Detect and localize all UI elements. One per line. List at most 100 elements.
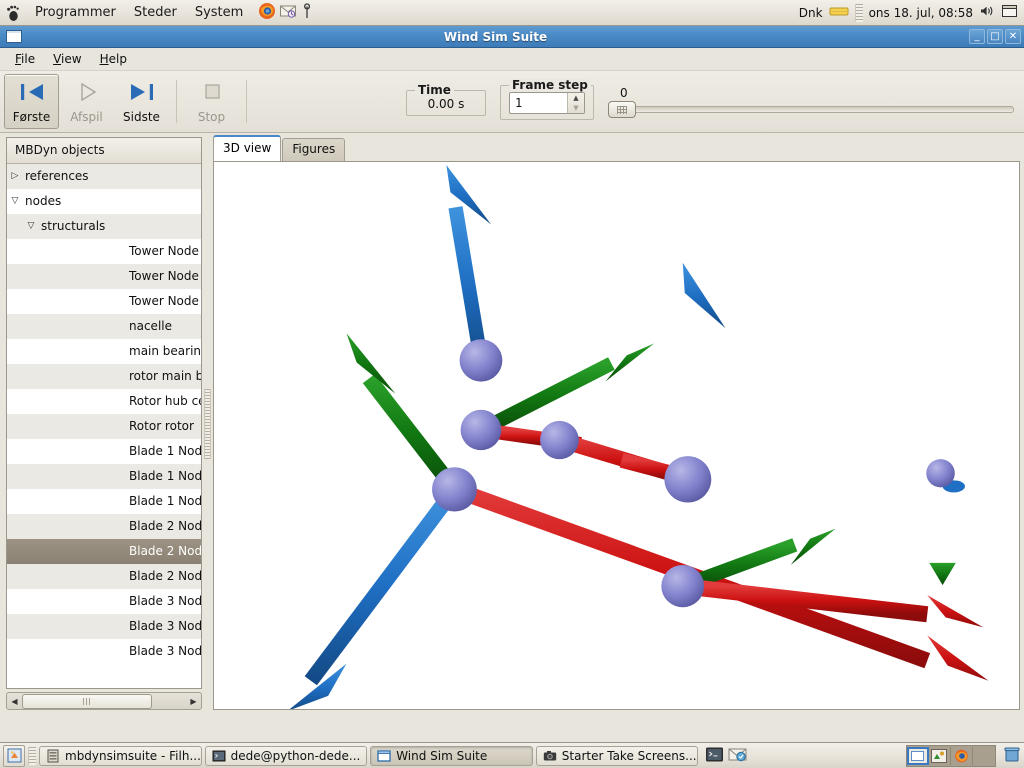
menu-view-label: iew [61, 52, 82, 66]
frame-slider-track[interactable] [608, 106, 1014, 113]
panel-menu-places[interactable]: Steder [125, 2, 186, 23]
3d-scene[interactable] [214, 162, 1019, 709]
tree-item-tower-node-2[interactable]: Tower Node 2 [7, 264, 201, 289]
tree-item-tower-node-3[interactable]: Tower Node 3 [7, 289, 201, 314]
tree-item-label: Blade 2 Node 2 [129, 544, 201, 558]
frame-step-spin-buttons: ▲ ▼ [567, 93, 584, 113]
menu-file[interactable]: File [6, 49, 44, 69]
taskbar-tray [705, 746, 747, 766]
tree-header[interactable]: MBDyn objects [7, 138, 201, 164]
workspace-3[interactable] [951, 746, 973, 765]
speaker-icon[interactable] [979, 4, 995, 21]
tree-item-rotor-rotor[interactable]: Rotor rotor [7, 414, 201, 439]
terminal-tray-icon[interactable] [705, 746, 724, 766]
taskbar-window-screenshot[interactable]: Starter Take Screens... [535, 745, 699, 766]
frame-slider[interactable] [608, 101, 1014, 118]
last-frame-label: Sidste [123, 109, 160, 124]
frame-step-up-button[interactable]: ▲ [568, 93, 584, 103]
chevron-down-icon[interactable]: ▽ [23, 214, 39, 239]
maximize-button[interactable]: □ [987, 29, 1003, 44]
first-frame-button[interactable]: Første [4, 74, 59, 129]
stop-label: Stop [197, 109, 226, 124]
tree-item-label: Blade 3 Node 2 [129, 619, 201, 633]
tree-item-tower-node-1[interactable]: Tower Node 1 [7, 239, 201, 264]
tree-item-blade-1-node-3[interactable]: Blade 1 Node 3 [7, 489, 201, 514]
workspace-switcher[interactable] [905, 744, 996, 767]
panel-launchers [258, 2, 314, 23]
panel-menu-applications[interactable]: Programmer [26, 2, 125, 23]
taskbar-window-terminal[interactable]: dede@python-dede... [204, 745, 368, 766]
tree-horizontal-scrollbar[interactable]: ◀ ▶ [6, 692, 202, 710]
tree-item-references[interactable]: ▷ references [7, 164, 201, 189]
tab-figures[interactable]: Figures [282, 138, 346, 161]
trash-icon[interactable] [1003, 745, 1021, 766]
tree-item-blade-2-node-3[interactable]: Blade 2 Node 3 [7, 564, 201, 589]
workspace-4[interactable] [973, 747, 995, 765]
play-button[interactable]: Afspil [59, 74, 114, 129]
window-list-icon[interactable] [1001, 4, 1018, 21]
minimize-button[interactable]: _ [969, 29, 985, 44]
tree-item-blade-2-node-2[interactable]: Blade 2 Node 2 [7, 539, 201, 564]
keyboard-flag-icon[interactable] [829, 4, 849, 21]
stop-button[interactable]: Stop [184, 74, 239, 129]
scroll-track[interactable] [22, 693, 186, 709]
taskbar-window-wind-sim-suite[interactable]: Wind Sim Suite [370, 745, 533, 766]
node-frame-5 [289, 333, 989, 709]
workspace-1[interactable] [906, 746, 929, 765]
last-frame-button[interactable]: Sidste [114, 74, 169, 129]
scroll-left-arrow[interactable]: ◀ [7, 693, 22, 709]
panel-grip[interactable] [854, 3, 863, 22]
window-titlebar[interactable]: Wind Sim Suite _ □ ✕ [0, 26, 1024, 48]
splitter-grip[interactable] [204, 388, 211, 459]
frame-step-down-button[interactable]: ▼ [568, 103, 584, 113]
menu-view[interactable]: View [44, 49, 90, 69]
taskbar-window-label: dede@python-dede... [230, 748, 361, 763]
content-area: MBDyn objects ▷ references ▽ nodes ▽ structur… [0, 133, 1024, 710]
scroll-right-arrow[interactable]: ▶ [186, 693, 201, 709]
play-label: Afspil [70, 109, 103, 124]
tree-item-blade-3-node-3[interactable]: Blade 3 Node 3 [7, 639, 201, 664]
chevron-down-icon[interactable]: ▽ [7, 189, 23, 214]
node-frame-1 [446, 165, 503, 382]
window-menu-icon[interactable] [6, 30, 22, 43]
tree-item-nodes[interactable]: ▽ nodes [7, 189, 201, 214]
tab-3d-view[interactable]: 3D view [213, 135, 282, 161]
workspace-2[interactable] [929, 746, 951, 765]
scroll-thumb[interactable] [22, 694, 152, 709]
taskbar-window-label: mbdynsimsuite - Filh... [65, 748, 201, 763]
tool-icon[interactable] [300, 2, 314, 23]
firefox-icon[interactable] [258, 2, 276, 23]
tree-item-rotor-main-bearing[interactable]: rotor main bearing [7, 364, 201, 389]
taskbar-grip[interactable] [28, 746, 36, 765]
screen: Programmer Steder System Dnk ons 18. jul… [0, 0, 1024, 768]
panel-menu-system[interactable]: System [186, 2, 252, 23]
tree-item-blade-1-node-1[interactable]: Blade 1 Node 1 [7, 439, 201, 464]
tree-item-blade-2-node-1[interactable]: Blade 2 Node 1 [7, 514, 201, 539]
update-manager-icon[interactable] [728, 746, 747, 766]
tree-item-rotor-hub-center[interactable]: Rotor hub center [7, 389, 201, 414]
tree-item-structurals[interactable]: ▽ structurals [7, 214, 201, 239]
tree-item-blade-3-node-2[interactable]: Blade 3 Node 2 [7, 614, 201, 639]
taskbar-window-mbdynsimsuite[interactable]: mbdynsimsuite - Filh... [39, 745, 202, 766]
tree-item-main-bearing[interactable]: main bearing [7, 339, 201, 364]
show-desktop-icon[interactable] [3, 744, 25, 767]
close-button[interactable]: ✕ [1005, 29, 1021, 44]
keyboard-layout-indicator[interactable]: Dnk [799, 6, 823, 20]
tree-item-nacelle[interactable]: nacelle [7, 314, 201, 339]
gnome-foot-icon[interactable] [0, 4, 26, 22]
tree-item-blade-1-node-2[interactable]: Blade 1 Node 2 [7, 464, 201, 489]
tree-item-blade-3-node-1[interactable]: Blade 3 Node 1 [7, 589, 201, 614]
menu-help[interactable]: Help [91, 49, 136, 69]
pane-splitter[interactable] [202, 137, 213, 710]
stop-icon [197, 80, 227, 107]
frame-step-value[interactable]: 1 [510, 93, 567, 113]
frame-step-spinner[interactable]: 1 ▲ ▼ [509, 92, 585, 114]
right-pane: 3D view Figures [213, 135, 1020, 710]
panel-clock[interactable]: ons 18. jul, 08:58 [869, 6, 973, 20]
3d-viewport[interactable] [213, 161, 1020, 710]
evolution-mail-icon[interactable] [279, 2, 297, 23]
panel-menus: Programmer Steder System [26, 2, 252, 23]
chevron-right-icon[interactable]: ▷ [7, 164, 23, 189]
frame-slider-thumb[interactable] [608, 101, 636, 118]
gnome-top-panel: Programmer Steder System Dnk ons 18. jul… [0, 0, 1024, 26]
